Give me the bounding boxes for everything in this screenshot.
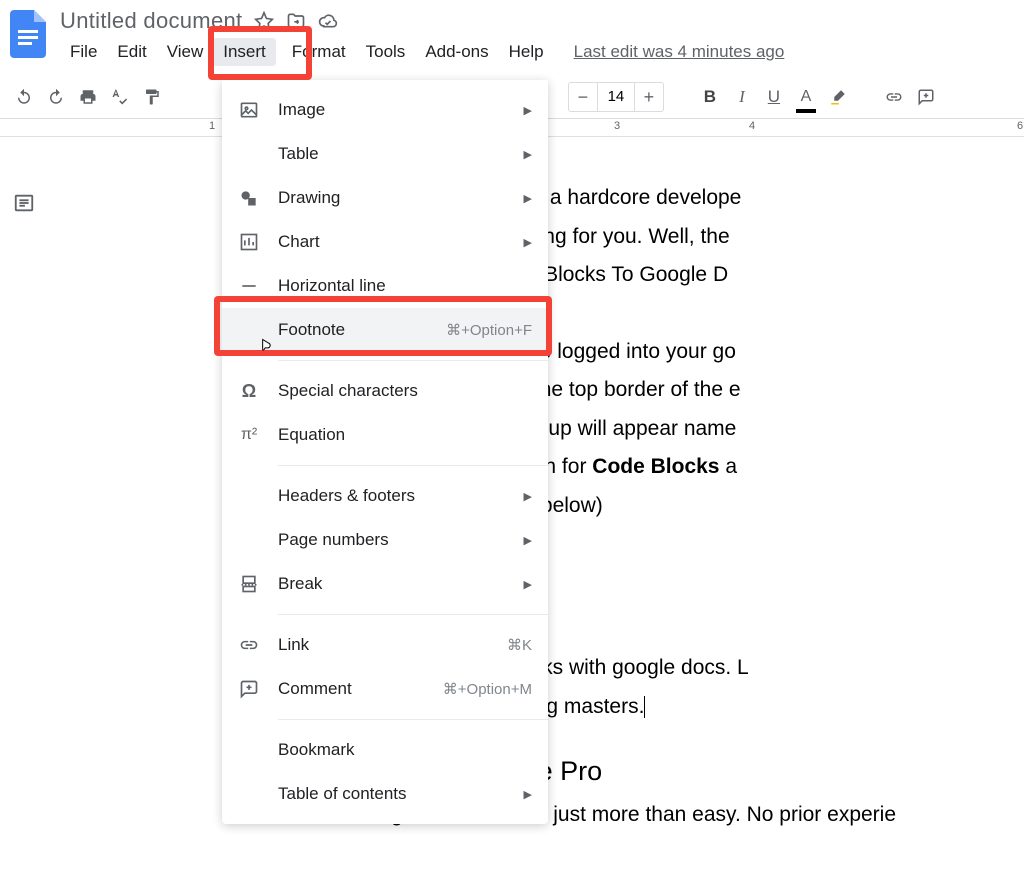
menu-label: Footnote [278,320,446,340]
ruler-tick: 3 [614,120,620,132]
menu-label: Chart [278,232,524,252]
insert-headers-footers[interactable]: Headers & footers ▶ [222,474,548,518]
insert-dropdown: Image ▶ Table ▶ Drawing ▶ Chart ▶ Horizo… [222,80,548,824]
font-size-value[interactable]: 14 [597,83,635,111]
menu-label: Special characters [278,381,532,401]
insert-horizontal-line[interactable]: Horizontal line [222,264,548,308]
menu-label: Page numbers [278,530,524,550]
print-button[interactable] [74,83,102,111]
text-color-button[interactable]: A [792,83,820,111]
menu-format[interactable]: Format [282,38,356,66]
drawing-icon [238,187,260,209]
menu-label: Horizontal line [278,276,532,296]
body-text: a [719,455,737,478]
menu-label: Link [278,635,507,655]
menu-separator [278,719,548,720]
font-size-control: − 14 + [568,82,664,112]
body-text: Code Blocks [592,455,719,478]
menu-insert[interactable]: Insert [213,38,276,66]
undo-button[interactable] [10,83,38,111]
document-title[interactable]: Untitled document [60,8,242,34]
insert-page-numbers[interactable]: Page numbers ▶ [222,518,548,562]
insert-drawing[interactable]: Drawing ▶ [222,176,548,220]
move-folder-icon[interactable] [286,11,306,31]
comment-icon [238,678,260,700]
shortcut-label: ⌘K [507,636,532,654]
shortcut-label: ⌘+Option+M [443,680,532,698]
menu-label: Equation [278,425,532,445]
image-icon [238,99,260,121]
insert-break[interactable]: Break ▶ [222,562,548,606]
menu-bar: File Edit View Insert Format Tools Add-o… [60,38,1016,66]
submenu-arrow-icon: ▶ [524,788,532,801]
menu-addons[interactable]: Add-ons [415,38,498,66]
insert-table-of-contents[interactable]: Table of contents ▶ [222,772,548,816]
italic-button[interactable]: I [728,83,756,111]
menu-separator [278,465,548,466]
shortcut-label: ⌘+Option+F [446,321,532,339]
menu-help[interactable]: Help [499,38,554,66]
menu-view[interactable]: View [157,38,214,66]
insert-table[interactable]: Table ▶ [222,132,548,176]
menu-edit[interactable]: Edit [107,38,156,66]
menu-label: Break [278,574,524,594]
insert-chart[interactable]: Chart ▶ [222,220,548,264]
last-edit-link[interactable]: Last edit was 4 minutes ago [574,42,785,62]
submenu-arrow-icon: ▶ [524,104,532,117]
ruler-tick: 6 [1017,120,1023,132]
redo-button[interactable] [42,83,70,111]
insert-comment-button[interactable] [912,83,940,111]
font-size-increase[interactable]: + [635,83,663,111]
ruler-tick: 1 [209,120,215,132]
cloud-status-icon[interactable] [318,11,338,31]
insert-comment[interactable]: Comment ⌘+Option+M [222,667,548,711]
omega-icon: Ω [238,380,260,402]
menu-label: Table [278,144,524,164]
app-header: Untitled document File Edit View Insert … [0,0,1024,66]
insert-image[interactable]: Image ▶ [222,88,548,132]
ruler-tick: 4 [749,120,755,132]
spellcheck-button[interactable] [106,83,134,111]
docs-logo[interactable] [8,8,48,60]
menu-tools[interactable]: Tools [356,38,416,66]
menu-label: Table of contents [278,784,524,804]
submenu-arrow-icon: ▶ [524,236,532,249]
outline-icon[interactable] [13,192,35,214]
submenu-arrow-icon: ▶ [524,534,532,547]
menu-separator [278,614,548,615]
menu-label: Headers & footers [278,486,524,506]
menu-label: Drawing [278,188,524,208]
highlight-button[interactable] [824,83,852,111]
menu-label: Bookmark [278,740,532,760]
cursor-pointer-icon [256,336,276,363]
link-icon [238,634,260,656]
insert-link-button[interactable] [880,83,908,111]
submenu-arrow-icon: ▶ [524,578,532,591]
menu-separator [278,360,548,361]
chart-icon [238,231,260,253]
menu-label: Comment [278,679,443,699]
insert-bookmark[interactable]: Bookmark [222,728,548,772]
menu-label: Image [278,100,524,120]
bold-button[interactable]: B [696,83,724,111]
submenu-arrow-icon: ▶ [524,192,532,205]
underline-button[interactable]: U [760,83,788,111]
pi-icon: π² [238,424,260,446]
insert-special-characters[interactable]: Ω Special characters [222,369,548,413]
submenu-arrow-icon: ▶ [524,490,532,503]
font-size-decrease[interactable]: − [569,83,597,111]
outline-sidebar [0,137,48,838]
horizontal-line-icon [238,275,260,297]
break-icon [238,573,260,595]
star-icon[interactable] [254,11,274,31]
submenu-arrow-icon: ▶ [524,148,532,161]
menu-file[interactable]: File [60,38,107,66]
text-cursor [644,696,645,718]
paint-format-button[interactable] [138,83,166,111]
insert-equation[interactable]: π² Equation [222,413,548,457]
insert-link[interactable]: Link ⌘K [222,623,548,667]
